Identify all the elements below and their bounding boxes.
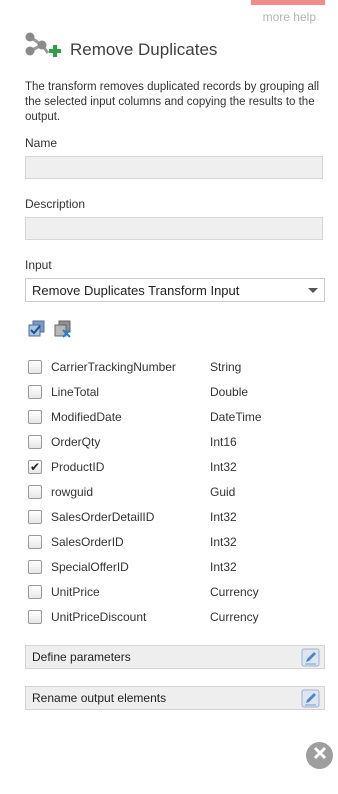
column-checkbox[interactable]: ✔	[28, 459, 42, 474]
column-name: ProductID	[51, 459, 105, 474]
name-label: Name	[25, 136, 58, 150]
column-type: Int32	[210, 459, 237, 474]
column-row: SpecialOfferID Int32	[28, 554, 328, 579]
define-parameters-button[interactable]: Define parameters	[25, 645, 325, 669]
column-name: SalesOrderDetailID	[51, 509, 155, 524]
column-toolbar	[28, 320, 72, 343]
column-name: SalesOrderID	[51, 534, 124, 549]
column-type: Int32	[210, 509, 237, 524]
column-name: SpecialOfferID	[51, 559, 129, 574]
column-list: CarrierTrackingNumber String LineTotal Doub…	[28, 354, 328, 629]
top-tab-indicator	[251, 0, 325, 5]
column-row: UnitPrice Currency	[28, 579, 328, 604]
column-row: LineTotal Double	[28, 379, 328, 404]
column-checkbox[interactable]	[28, 609, 42, 624]
column-name: LineTotal	[51, 384, 100, 399]
column-checkbox[interactable]	[28, 384, 42, 399]
column-type: Double	[210, 384, 249, 399]
input-label: Input	[25, 258, 52, 272]
name-field[interactable]	[25, 156, 323, 179]
column-row: ModifiedDate DateTime	[28, 404, 328, 429]
column-type: Int32	[210, 534, 237, 549]
edit-pencil-icon	[301, 648, 320, 670]
deselect-all-icon[interactable]	[54, 320, 72, 343]
column-type: DateTime	[210, 409, 262, 424]
column-type: String	[210, 359, 242, 374]
define-parameters-label: Define parameters	[32, 650, 131, 664]
description-field[interactable]	[25, 217, 323, 240]
column-type: Currency	[210, 584, 259, 599]
description-label: Description	[25, 197, 86, 211]
header: Remove Duplicates	[24, 31, 217, 68]
input-select-value: Remove Duplicates Transform Input	[32, 282, 240, 298]
column-checkbox[interactable]	[28, 584, 42, 599]
page-title: Remove Duplicates	[70, 39, 218, 59]
edit-pencil-icon	[301, 689, 320, 711]
column-checkbox[interactable]	[28, 359, 42, 374]
column-checkbox[interactable]	[28, 409, 42, 424]
close-icon	[313, 746, 327, 765]
close-button[interactable]	[306, 742, 333, 769]
rename-output-button[interactable]: Rename output elements	[25, 686, 325, 710]
input-select[interactable]: Remove Duplicates Transform Input	[25, 278, 325, 302]
column-checkbox[interactable]	[28, 484, 42, 499]
select-all-icon[interactable]	[28, 320, 46, 343]
column-name: rowguid	[51, 484, 94, 499]
column-type: Int16	[210, 434, 237, 449]
column-name: ModifiedDate	[51, 409, 122, 424]
column-name: UnitPrice	[51, 584, 100, 599]
rename-output-label: Rename output elements	[32, 691, 167, 705]
column-row: UnitPriceDiscount Currency	[28, 604, 328, 629]
column-row: ✔ ProductID Int32	[28, 454, 328, 479]
column-name: CarrierTrackingNumber	[51, 359, 176, 374]
column-type: Currency	[210, 609, 259, 624]
column-row: rowguid Guid	[28, 479, 328, 504]
remove-duplicates-icon	[24, 31, 64, 68]
column-name: UnitPriceDiscount	[51, 609, 147, 624]
column-row: SalesOrderDetailID Int32	[28, 504, 328, 529]
column-checkbox[interactable]	[28, 534, 42, 549]
more-help-link[interactable]: more help	[263, 10, 316, 24]
column-row: SalesOrderID Int32	[28, 529, 328, 554]
transform-description: The transform removes duplicated records…	[25, 81, 320, 123]
column-row: OrderQty Int16	[28, 429, 328, 454]
column-checkbox[interactable]	[28, 434, 42, 449]
column-checkbox[interactable]	[28, 509, 42, 524]
column-row: CarrierTrackingNumber String	[28, 354, 328, 379]
column-checkbox[interactable]	[28, 559, 42, 574]
chevron-down-icon	[308, 288, 318, 293]
column-type: Int32	[210, 559, 237, 574]
column-type: Guid	[210, 484, 236, 499]
column-name: OrderQty	[51, 434, 101, 449]
